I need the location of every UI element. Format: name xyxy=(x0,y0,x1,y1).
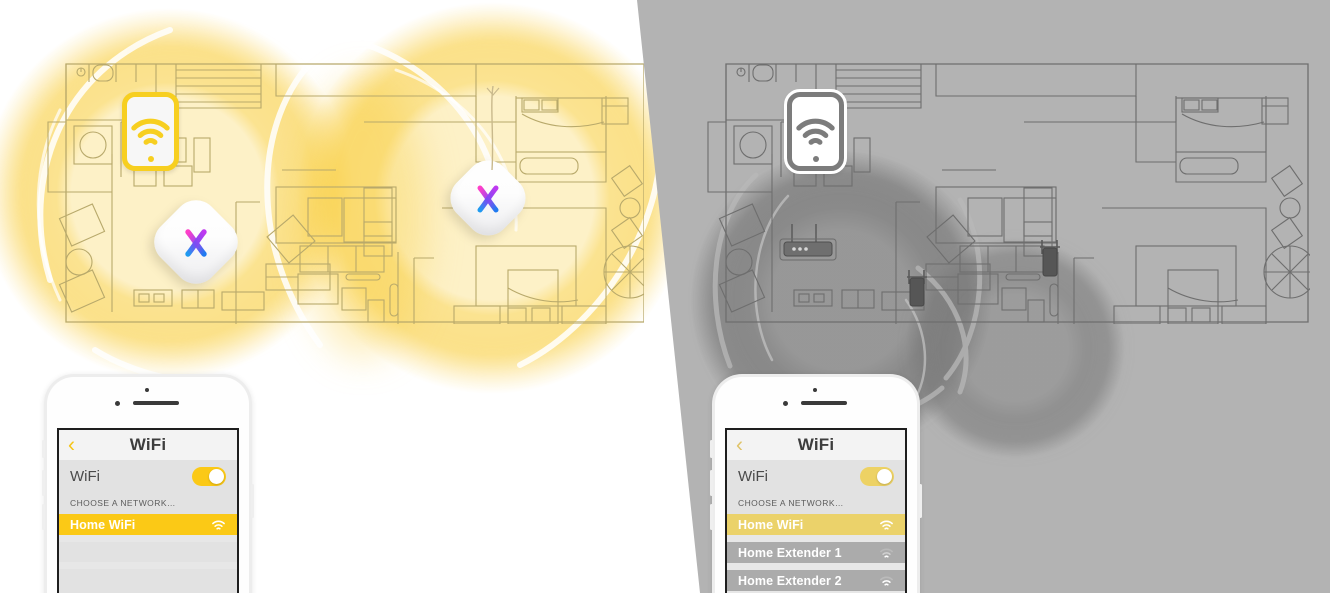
phone-left: ‹ WiFi WiFi CHOOSE A NETWORK… Home WiFi xyxy=(42,374,254,593)
toggle-knob xyxy=(209,468,224,484)
wifi-toggle-label: WiFi xyxy=(70,467,100,485)
earpiece-speaker xyxy=(801,401,847,405)
home-button-dot xyxy=(147,156,154,162)
chevron-left-icon[interactable]: ‹ xyxy=(68,435,75,456)
wall-plug-icon-1 xyxy=(907,270,927,307)
row-divider xyxy=(727,563,905,570)
network-row-home-wifi[interactable]: Home WiFi xyxy=(59,514,237,535)
phone-volume-up-button[interactable] xyxy=(710,470,713,496)
phone-volume-down-button[interactable] xyxy=(710,504,713,530)
wifi-toggle-row[interactable]: WiFi xyxy=(59,460,237,492)
phone-volume-up-button[interactable] xyxy=(42,470,45,496)
chevron-left-icon[interactable]: ‹ xyxy=(736,435,743,456)
home-button-dot xyxy=(812,156,819,162)
network-row-empty[interactable] xyxy=(59,542,237,562)
row-divider xyxy=(727,535,905,542)
network-row-extender-2[interactable]: Home Extender 2 xyxy=(727,570,905,591)
network-row-extender-1[interactable]: Home Extender 1 xyxy=(727,542,905,563)
phone-screen-left: ‹ WiFi WiFi CHOOSE A NETWORK… Home WiFi xyxy=(57,428,239,593)
client-tablet-right xyxy=(784,89,847,174)
nav-bar: ‹ WiFi xyxy=(727,430,905,460)
node-2-hanging-wire xyxy=(486,86,500,171)
wifi-toggle-switch[interactable] xyxy=(192,466,226,486)
phone-mute-switch[interactable] xyxy=(710,440,713,458)
network-row-empty[interactable] xyxy=(59,569,237,593)
wifi-signal-icon xyxy=(880,576,893,586)
wall-plug-icon-2 xyxy=(1040,240,1060,277)
wifi-toggle-switch[interactable] xyxy=(860,466,894,486)
wifi-toggle-row[interactable]: WiFi xyxy=(727,460,905,492)
phone-mute-switch[interactable] xyxy=(42,440,45,458)
network-name: Home WiFi xyxy=(738,517,804,532)
comparison-illustration: ‹ WiFi WiFi CHOOSE A NETWORK… Home WiFi xyxy=(0,0,1330,593)
wifi-signal-icon xyxy=(880,548,893,558)
network-name: Home Extender 1 xyxy=(738,545,842,560)
row-divider xyxy=(59,535,237,542)
page-title: WiFi xyxy=(129,435,167,454)
front-camera xyxy=(145,388,149,392)
network-row-home-wifi[interactable]: Home WiFi xyxy=(727,514,905,535)
wifi-toggle-label: WiFi xyxy=(738,467,768,485)
section-header: CHOOSE A NETWORK… xyxy=(59,492,237,514)
router-antenna-icon xyxy=(779,224,837,261)
phone-volume-down-button[interactable] xyxy=(42,504,45,530)
x-logo-icon xyxy=(477,185,499,213)
page-title: WiFi xyxy=(797,435,835,454)
wifi-icon xyxy=(131,118,170,145)
x-logo-icon xyxy=(185,229,207,257)
section-header: CHOOSE A NETWORK… xyxy=(727,492,905,514)
network-name: Home WiFi xyxy=(70,517,136,532)
mesh-node-1 xyxy=(145,191,247,293)
phone-right: ‹ WiFi WiFi CHOOSE A NETWORK… Home WiFi xyxy=(710,374,922,593)
network-name: Home Extender 2 xyxy=(738,573,842,588)
front-camera xyxy=(813,388,817,392)
nav-bar: ‹ WiFi xyxy=(59,430,237,460)
proximity-sensor xyxy=(115,401,120,406)
toggle-knob xyxy=(877,468,892,484)
row-divider xyxy=(59,562,237,569)
proximity-sensor xyxy=(783,401,788,406)
wifi-signal-icon xyxy=(880,520,893,530)
phone-screen-right: ‹ WiFi WiFi CHOOSE A NETWORK… Home WiFi xyxy=(725,428,907,593)
phone-power-button[interactable] xyxy=(251,484,254,518)
phone-power-button[interactable] xyxy=(919,484,922,518)
earpiece-speaker xyxy=(133,401,179,405)
wifi-icon xyxy=(796,118,835,145)
wifi-signal-icon xyxy=(212,520,225,530)
client-tablet-left xyxy=(122,92,179,171)
